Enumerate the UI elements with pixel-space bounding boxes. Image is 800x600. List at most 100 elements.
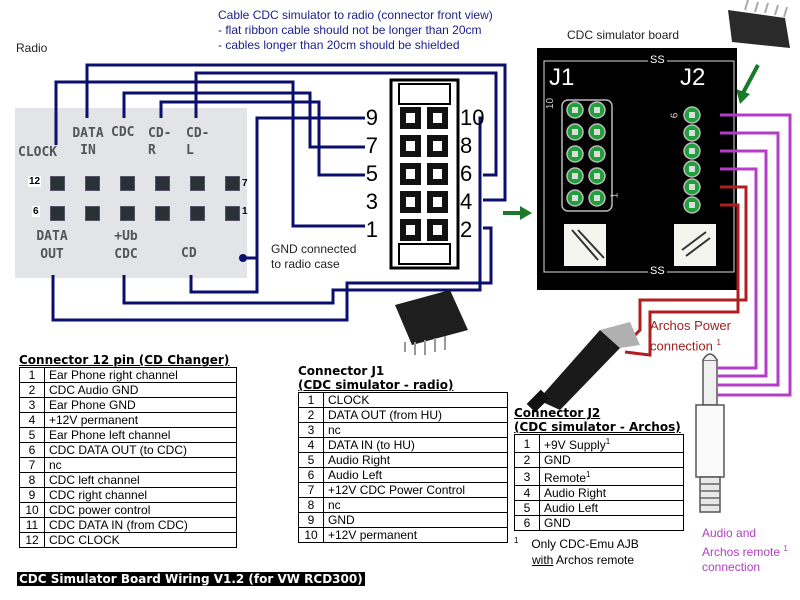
pin-description: CDC DATA OUT (to CDC): [44, 442, 237, 458]
pin-description: GND: [539, 452, 684, 468]
table-row: 1 +9V Supply1: [514, 434, 684, 453]
footnote-mark: 1: [783, 544, 788, 553]
j2-table-subtitle: (CDC simulator - Archos): [514, 420, 681, 434]
pin-description-text: CDC right channel: [49, 488, 148, 502]
cable-pin-hole: [431, 111, 444, 125]
board-pad-hole: [594, 173, 600, 179]
pin-description-text: Ear Phone right channel: [49, 368, 178, 382]
table-row: 8 CDC left channel: [19, 472, 237, 488]
archos-power-line: Archos Power: [650, 318, 731, 333]
pin-description-text: CDC left channel: [49, 473, 140, 487]
pin-description-text: nc: [49, 458, 62, 472]
cable-pin-number: 8: [460, 133, 473, 158]
pin-description: +12V permanent: [323, 527, 508, 543]
cable-note: Cable CDC simulator to radio (connector …: [218, 8, 493, 53]
j1-table-title: Connector J1: [298, 364, 385, 378]
board-pad-hole: [689, 112, 695, 118]
j1-connector-section: Connector J1 (CDC simulator - radio) 1 CL…: [298, 364, 508, 543]
cdc-connector-title: Connector 12 pin (CD Changer): [19, 353, 230, 367]
j2-table-title: Connector J2: [514, 406, 601, 420]
pin-description: CDC DATA IN (from CDC): [44, 517, 237, 533]
table-row: 5 Audio Right: [298, 452, 508, 468]
pin-description-text: Audio Left: [328, 468, 383, 482]
pin-number: 8: [298, 497, 324, 513]
radio-pin: [190, 176, 205, 191]
pin-number: 2: [514, 452, 540, 468]
pin-description-text: nc: [328, 423, 341, 437]
j1-table-subtitle: (CDC simulator - radio): [298, 378, 454, 392]
pin-description-text: Audio Left: [544, 501, 599, 515]
board-pad-hole: [572, 107, 578, 113]
footnote-text: Archos remote: [553, 553, 635, 567]
radio-pin-grid: 12 7 6 1: [28, 174, 258, 224]
radio-pin: [120, 176, 135, 191]
board-pad-hole: [572, 129, 578, 135]
pin-number: 9: [19, 487, 45, 503]
pin-description: nc: [44, 457, 237, 473]
pin-description: nc: [323, 497, 508, 513]
pin-description: Audio Left: [539, 500, 684, 516]
pin-description-text: GND: [544, 516, 571, 530]
table-row: 2 CDC Audio GND: [19, 382, 237, 398]
pin-description: CDC left channel: [44, 472, 237, 488]
pin-description-text: CDC power control: [49, 503, 151, 517]
audio-remote-line: connection: [702, 560, 761, 574]
radio-pin: [85, 206, 100, 221]
j1-connector-table: 1 CLOCK 2 DATA OUT (from HU) 3 nc 4 DATA IN (to…: [298, 392, 508, 543]
board-pad-hole: [572, 151, 578, 157]
audio-remote-label: Audio and Archos remote 1 connection: [702, 526, 788, 575]
pin-number: 1: [514, 434, 540, 453]
pin-number: 6: [19, 442, 45, 458]
table-row: 8 nc: [298, 497, 508, 513]
table-row: 4 +12V permanent: [19, 412, 237, 428]
footnote-text: with: [532, 553, 554, 567]
pin-number: 5: [514, 500, 540, 516]
radio-label-data-out: DATA OUT: [36, 229, 68, 262]
table-row: 10 +12V permanent: [298, 527, 508, 543]
pin-description-text: Audio Right: [328, 453, 391, 467]
table-row: 7 +12V CDC Power Control: [298, 482, 508, 498]
radio-label-cd-gnd: CD: [181, 246, 197, 261]
table-row: 7 nc: [19, 457, 237, 473]
pin-description-text: CLOCK: [328, 393, 370, 407]
j2-label: J2: [680, 64, 706, 91]
cdc-connector-section: Connector 12 pin (CD Changer) 1 Ear Phone…: [19, 353, 237, 548]
gnd-note-line: to radio case: [271, 257, 340, 271]
pin-description-text: Ear Phone GND: [49, 398, 136, 412]
radio-label-data-in: DATA IN: [72, 126, 104, 158]
cable-pin-number: 5: [365, 161, 378, 186]
pin-number: 9: [298, 512, 324, 528]
table-row: 6 GND: [514, 515, 684, 531]
table-row: 5 Ear Phone left channel: [19, 427, 237, 443]
pin-number: 1: [19, 367, 45, 383]
pin-number: 2: [19, 382, 45, 398]
pin-description-text: Remote: [544, 471, 587, 485]
pin-description-text: +12V permanent: [328, 528, 418, 542]
pin-description-text: CDC DATA OUT (to CDC): [49, 443, 188, 457]
board-pad-hole: [689, 130, 695, 136]
pin-description: +9V Supply1: [539, 434, 684, 453]
pin-number: 1: [298, 392, 324, 408]
pin-description: Ear Phone GND: [44, 397, 237, 413]
j1-pin10-mark: 10: [545, 97, 557, 110]
board-pad-hole: [594, 129, 600, 135]
cable-pin-hole: [404, 139, 417, 153]
pin-number: 4: [19, 412, 45, 428]
table-row: 11 CDC DATA IN (from CDC): [19, 517, 237, 533]
radio-pin-number: 6: [32, 206, 40, 217]
table-row: 4 DATA IN (to HU): [298, 437, 508, 453]
cable-note-line: - flat ribbon cable should not be longer…: [218, 23, 482, 37]
radio-pin-number: 7: [242, 178, 248, 189]
audio-remote-line: Audio and: [702, 526, 757, 540]
pin-number: 8: [19, 472, 45, 488]
j2-header-photo: [674, 224, 716, 266]
board-pad-hole: [689, 202, 695, 208]
pin-number: 10: [298, 527, 324, 543]
cable-pin-hole: [431, 223, 444, 237]
pin-description-text: nc: [328, 498, 341, 512]
pin-description: CDC right channel: [44, 487, 237, 503]
pin-description: +12V permanent: [44, 412, 237, 428]
radio-label-ub-cdc: +Ub CDC: [114, 229, 138, 262]
board-pad-hole: [572, 195, 578, 201]
board-pad-hole: [572, 173, 578, 179]
